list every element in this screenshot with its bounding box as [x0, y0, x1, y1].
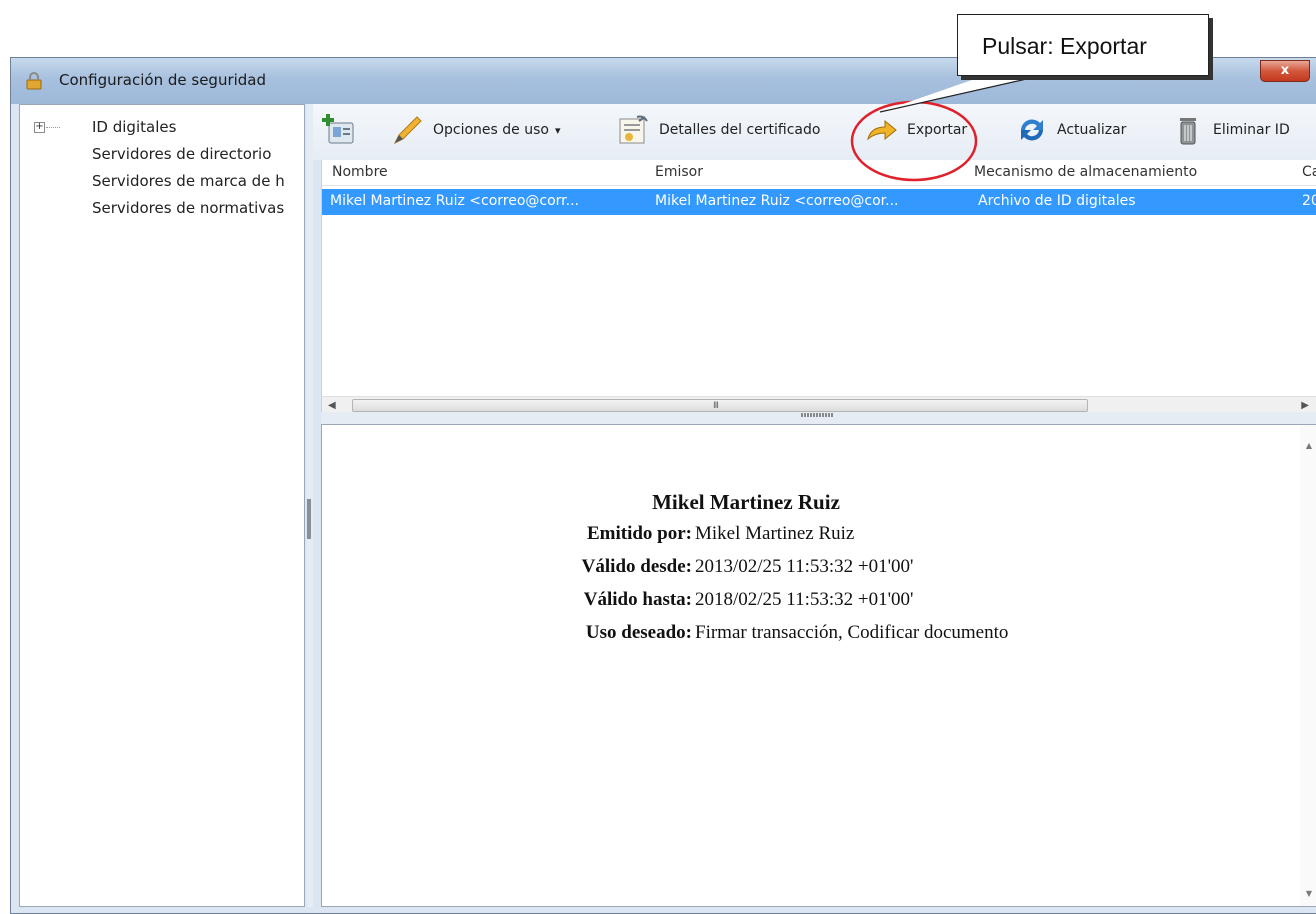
- chevron-down-icon: ▾: [554, 123, 561, 137]
- toolbar: Opciones de uso ▾ Detalles del certifica…: [313, 104, 1316, 160]
- window-title: Configuración de seguridad: [59, 71, 267, 89]
- tree-item-directory-servers[interactable]: Servidores de directorio: [92, 145, 271, 163]
- tree-connector: [46, 127, 60, 128]
- cell-issuer: Mikel Martinez Ruiz <correo@cor...: [655, 193, 899, 209]
- column-header-issuer[interactable]: Emisor: [655, 164, 703, 180]
- tree-item-timestamp-servers[interactable]: Servidores de marca de h: [92, 172, 285, 190]
- certificate-details-pane: Mikel Martinez Ruiz Emitido por: Mikel M…: [321, 424, 1316, 907]
- pencil-icon: [393, 116, 422, 145]
- list-header: Nombre Emisor Mecanismo de almacenamient…: [322, 160, 1316, 186]
- horizontal-splitter[interactable]: [321, 412, 1316, 424]
- refresh-button[interactable]: Actualizar: [1015, 110, 1126, 150]
- column-header-expiry[interactable]: Ca: [1302, 164, 1316, 180]
- certificate-icon: [619, 115, 648, 144]
- splitter-grip[interactable]: [307, 499, 311, 539]
- scroll-left-icon[interactable]: ◀: [328, 400, 336, 411]
- digital-id-list: Nombre Emisor Mecanismo de almacenamient…: [321, 160, 1316, 414]
- tree-item-digital-ids[interactable]: ID digitales: [92, 118, 176, 136]
- vertical-scrollbar[interactable]: ▲ ▼: [1300, 425, 1316, 906]
- callout-text: Pulsar: Exportar: [982, 33, 1147, 59]
- instruction-callout: Pulsar: Exportar: [957, 14, 1209, 76]
- export-arrow-icon: [867, 119, 897, 141]
- scroll-down-icon[interactable]: ▼: [1306, 889, 1312, 898]
- lock-icon: [26, 72, 42, 90]
- cell-storage: Archivo de ID digitales: [978, 193, 1136, 209]
- certificate-field-row: Uso deseado: Firmar transacción, Codific…: [322, 622, 1222, 652]
- tree-expand-icon[interactable]: +: [34, 122, 45, 133]
- field-value-valid-until: 2018/02/25 11:53:32 +01'00': [695, 589, 914, 610]
- close-button[interactable]: x: [1260, 60, 1310, 82]
- certificate-holder-name: Mikel Martinez Ruiz: [652, 490, 840, 514]
- security-settings-window: Configuración de seguridad x + ID digita…: [10, 57, 1316, 914]
- certificate-details-label: Detalles del certificado: [659, 122, 821, 138]
- export-button[interactable]: Exportar: [865, 110, 967, 150]
- table-row[interactable]: Mikel Martinez Ruiz <correo@corr... Mike…: [322, 189, 1316, 215]
- certificate-details-button[interactable]: Detalles del certificado: [617, 110, 820, 150]
- usage-options-button[interactable]: Opciones de uso ▾: [391, 110, 561, 150]
- splitter-grip[interactable]: [801, 413, 833, 417]
- field-label-issued-by: Emitido por:: [586, 523, 692, 544]
- refresh-icon: [1021, 119, 1043, 141]
- field-value-valid-from: 2013/02/25 11:53:32 +01'00': [695, 556, 914, 577]
- usage-options-label: Opciones de uso: [433, 122, 549, 138]
- scroll-right-icon[interactable]: ▶: [1301, 400, 1309, 411]
- column-header-name[interactable]: Nombre: [332, 164, 388, 180]
- field-label-intended-use: Uso deseado:: [585, 622, 692, 643]
- export-label: Exportar: [907, 122, 968, 138]
- certificate-field-row: Válido hasta: 2018/02/25 11:53:32 +01'00…: [322, 589, 1170, 619]
- add-id-icon: [322, 114, 354, 144]
- scroll-up-icon[interactable]: ▲: [1306, 441, 1312, 450]
- add-id-button[interactable]: [321, 110, 363, 150]
- cell-expiry: 201: [1302, 193, 1316, 209]
- field-value-intended-use: Firmar transacción, Codificar documento: [695, 622, 1009, 643]
- scrollbar-grip: III: [713, 401, 719, 411]
- refresh-label: Actualizar: [1057, 122, 1127, 138]
- cell-name: Mikel Martinez Ruiz <correo@corr...: [330, 193, 579, 209]
- trash-icon: [1180, 118, 1196, 145]
- delete-id-label: Eliminar ID: [1213, 122, 1290, 138]
- certificate-field-row: Válido desde: 2013/02/25 11:53:32 +01'00…: [322, 556, 1170, 586]
- digital-ids-panel: Opciones de uso ▾ Detalles del certifica…: [313, 104, 1316, 907]
- column-header-storage[interactable]: Mecanismo de almacenamiento: [974, 164, 1197, 180]
- certificate-field-row: Emitido por: Mikel Martinez Ruiz: [322, 523, 1170, 553]
- tree-item-policy-servers[interactable]: Servidores de normativas: [92, 199, 284, 217]
- delete-id-button[interactable]: Eliminar ID: [1171, 110, 1290, 150]
- field-label-valid-from: Válido desde:: [581, 556, 692, 577]
- scrollbar-thumb[interactable]: III: [352, 399, 1088, 412]
- category-tree: + ID digitales Servidores de directorio …: [19, 104, 305, 907]
- field-label-valid-until: Válido hasta:: [583, 589, 692, 610]
- field-value-issued-by: Mikel Martinez Ruiz: [695, 523, 855, 544]
